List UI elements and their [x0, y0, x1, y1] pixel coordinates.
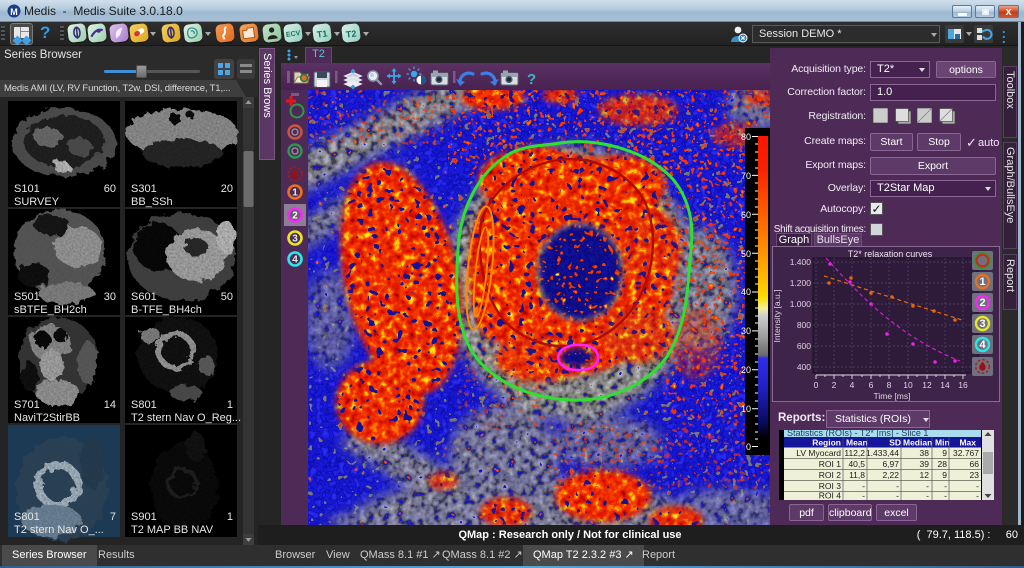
- svg-text:1.000: 1.000: [790, 299, 812, 309]
- svg-text:0: 0: [814, 380, 819, 390]
- svg-text:-: -: [976, 481, 979, 491]
- svg-text:50: 50: [741, 249, 751, 259]
- svg-text:ROI 2: ROI 2: [819, 470, 841, 480]
- svg-text:-: -: [862, 491, 865, 501]
- svg-text:4: 4: [292, 255, 298, 266]
- svg-text:12: 12: [922, 380, 932, 390]
- svg-text:400: 400: [797, 362, 811, 372]
- svg-text:S701: S701: [14, 399, 40, 411]
- svg-text:6: 6: [869, 380, 874, 390]
- svg-text:Max: Max: [959, 438, 976, 448]
- svg-text:Median: Median: [903, 438, 932, 448]
- svg-text:1.400: 1.400: [790, 257, 812, 267]
- svg-text:S901: S901: [131, 511, 157, 523]
- svg-text:4: 4: [979, 339, 986, 351]
- svg-text:T2 stern Nav O_Reg...: T2 stern Nav O_Reg...: [131, 412, 241, 424]
- svg-text:38: 38: [920, 448, 930, 458]
- svg-text:0: 0: [746, 442, 751, 452]
- svg-text:14: 14: [940, 380, 950, 390]
- svg-text:40,5: 40,5: [848, 459, 865, 469]
- svg-text:20: 20: [741, 365, 751, 375]
- svg-text:NaviT2StirBB: NaviT2StirBB: [14, 412, 80, 424]
- svg-text:T1: T1: [316, 28, 328, 39]
- svg-text:2: 2: [292, 211, 298, 222]
- svg-text:S801: S801: [131, 399, 157, 411]
- svg-text:16: 16: [958, 380, 968, 390]
- svg-text:9: 9: [942, 470, 947, 480]
- svg-text:S601: S601: [131, 291, 157, 303]
- svg-text:2: 2: [979, 297, 985, 309]
- svg-text:32.767: 32.767: [953, 448, 979, 458]
- svg-text:ROI 1: ROI 1: [819, 459, 841, 469]
- svg-text:9: 9: [942, 448, 947, 458]
- svg-text:sBTFE_BH2ch: sBTFE_BH2ch: [14, 304, 87, 316]
- svg-text:70: 70: [741, 171, 751, 181]
- svg-text:112,2: 112,2: [844, 448, 865, 458]
- svg-text:S501: S501: [14, 291, 40, 303]
- svg-text:2,22: 2,22: [882, 470, 899, 480]
- svg-text:8: 8: [887, 380, 892, 390]
- svg-text:10: 10: [903, 380, 913, 390]
- svg-text:11,8: 11,8: [849, 470, 865, 480]
- svg-text:12: 12: [920, 470, 930, 480]
- svg-text:1.433,44: 1.433,44: [866, 448, 899, 458]
- svg-text:-: -: [896, 491, 899, 501]
- svg-text:800: 800: [797, 320, 811, 330]
- svg-text:Time [ms]: Time [ms]: [874, 391, 911, 401]
- svg-text:SD: SD: [889, 438, 901, 448]
- svg-text:T2 MAP BB NAV: T2 MAP BB NAV: [131, 524, 214, 536]
- svg-text:1: 1: [292, 188, 298, 199]
- svg-text:23: 23: [970, 470, 980, 480]
- svg-text:S101: S101: [14, 183, 40, 195]
- svg-text:Region: Region: [812, 438, 841, 448]
- svg-text:LV Myocard: LV Myocard: [796, 448, 841, 458]
- svg-text:60: 60: [741, 210, 751, 220]
- svg-text:-: -: [926, 491, 929, 501]
- svg-text:-: -: [896, 481, 899, 491]
- svg-text:3: 3: [292, 234, 298, 245]
- svg-text:B-TFE_BH4ch: B-TFE_BH4ch: [131, 304, 202, 316]
- svg-text:1: 1: [979, 276, 985, 288]
- svg-text:14: 14: [104, 399, 116, 411]
- svg-text:ROI 3: ROI 3: [819, 481, 841, 491]
- svg-text:M: M: [10, 7, 18, 17]
- svg-text:1.200: 1.200: [790, 278, 812, 288]
- svg-text:Intensity [a.u.]: Intensity [a.u.]: [772, 290, 782, 343]
- svg-text:30: 30: [104, 291, 116, 303]
- svg-text:ECV: ECV: [286, 30, 301, 39]
- svg-text:ROI 4: ROI 4: [819, 491, 841, 501]
- svg-text:60: 60: [104, 183, 116, 195]
- svg-text:2: 2: [832, 380, 837, 390]
- svg-text:BB_SSh: BB_SSh: [131, 196, 173, 208]
- svg-text:3: 3: [979, 318, 985, 330]
- svg-text:S801: S801: [14, 511, 40, 523]
- svg-text:39: 39: [920, 459, 930, 469]
- svg-text:66: 66: [970, 459, 980, 469]
- svg-text:6,97: 6,97: [882, 459, 899, 469]
- svg-text:Min: Min: [935, 438, 950, 448]
- svg-text:7: 7: [110, 511, 116, 523]
- svg-text:600: 600: [797, 341, 811, 351]
- svg-text:50: 50: [221, 291, 233, 303]
- svg-text:28: 28: [938, 459, 948, 469]
- svg-text:30: 30: [741, 326, 751, 336]
- svg-text:1: 1: [227, 399, 233, 411]
- svg-text:-: -: [926, 481, 929, 491]
- svg-text:40: 40: [741, 287, 751, 297]
- svg-text:1: 1: [227, 511, 233, 523]
- svg-text:20: 20: [221, 183, 233, 195]
- svg-text:-: -: [944, 481, 947, 491]
- svg-text:T2: T2: [345, 28, 357, 39]
- svg-text:S301: S301: [131, 183, 157, 195]
- svg-text:-: -: [862, 481, 865, 491]
- svg-text:-: -: [976, 491, 979, 501]
- svg-text:?: ?: [527, 71, 536, 88]
- svg-text:4: 4: [850, 380, 855, 390]
- svg-text:-: -: [944, 491, 947, 501]
- svg-text:Mean: Mean: [846, 438, 868, 448]
- svg-text:80: 80: [741, 132, 751, 142]
- svg-text:SURVEY: SURVEY: [14, 196, 60, 208]
- svg-text:10: 10: [741, 404, 751, 414]
- svg-text:T2 stern Nav O_...: T2 stern Nav O_...: [14, 524, 104, 536]
